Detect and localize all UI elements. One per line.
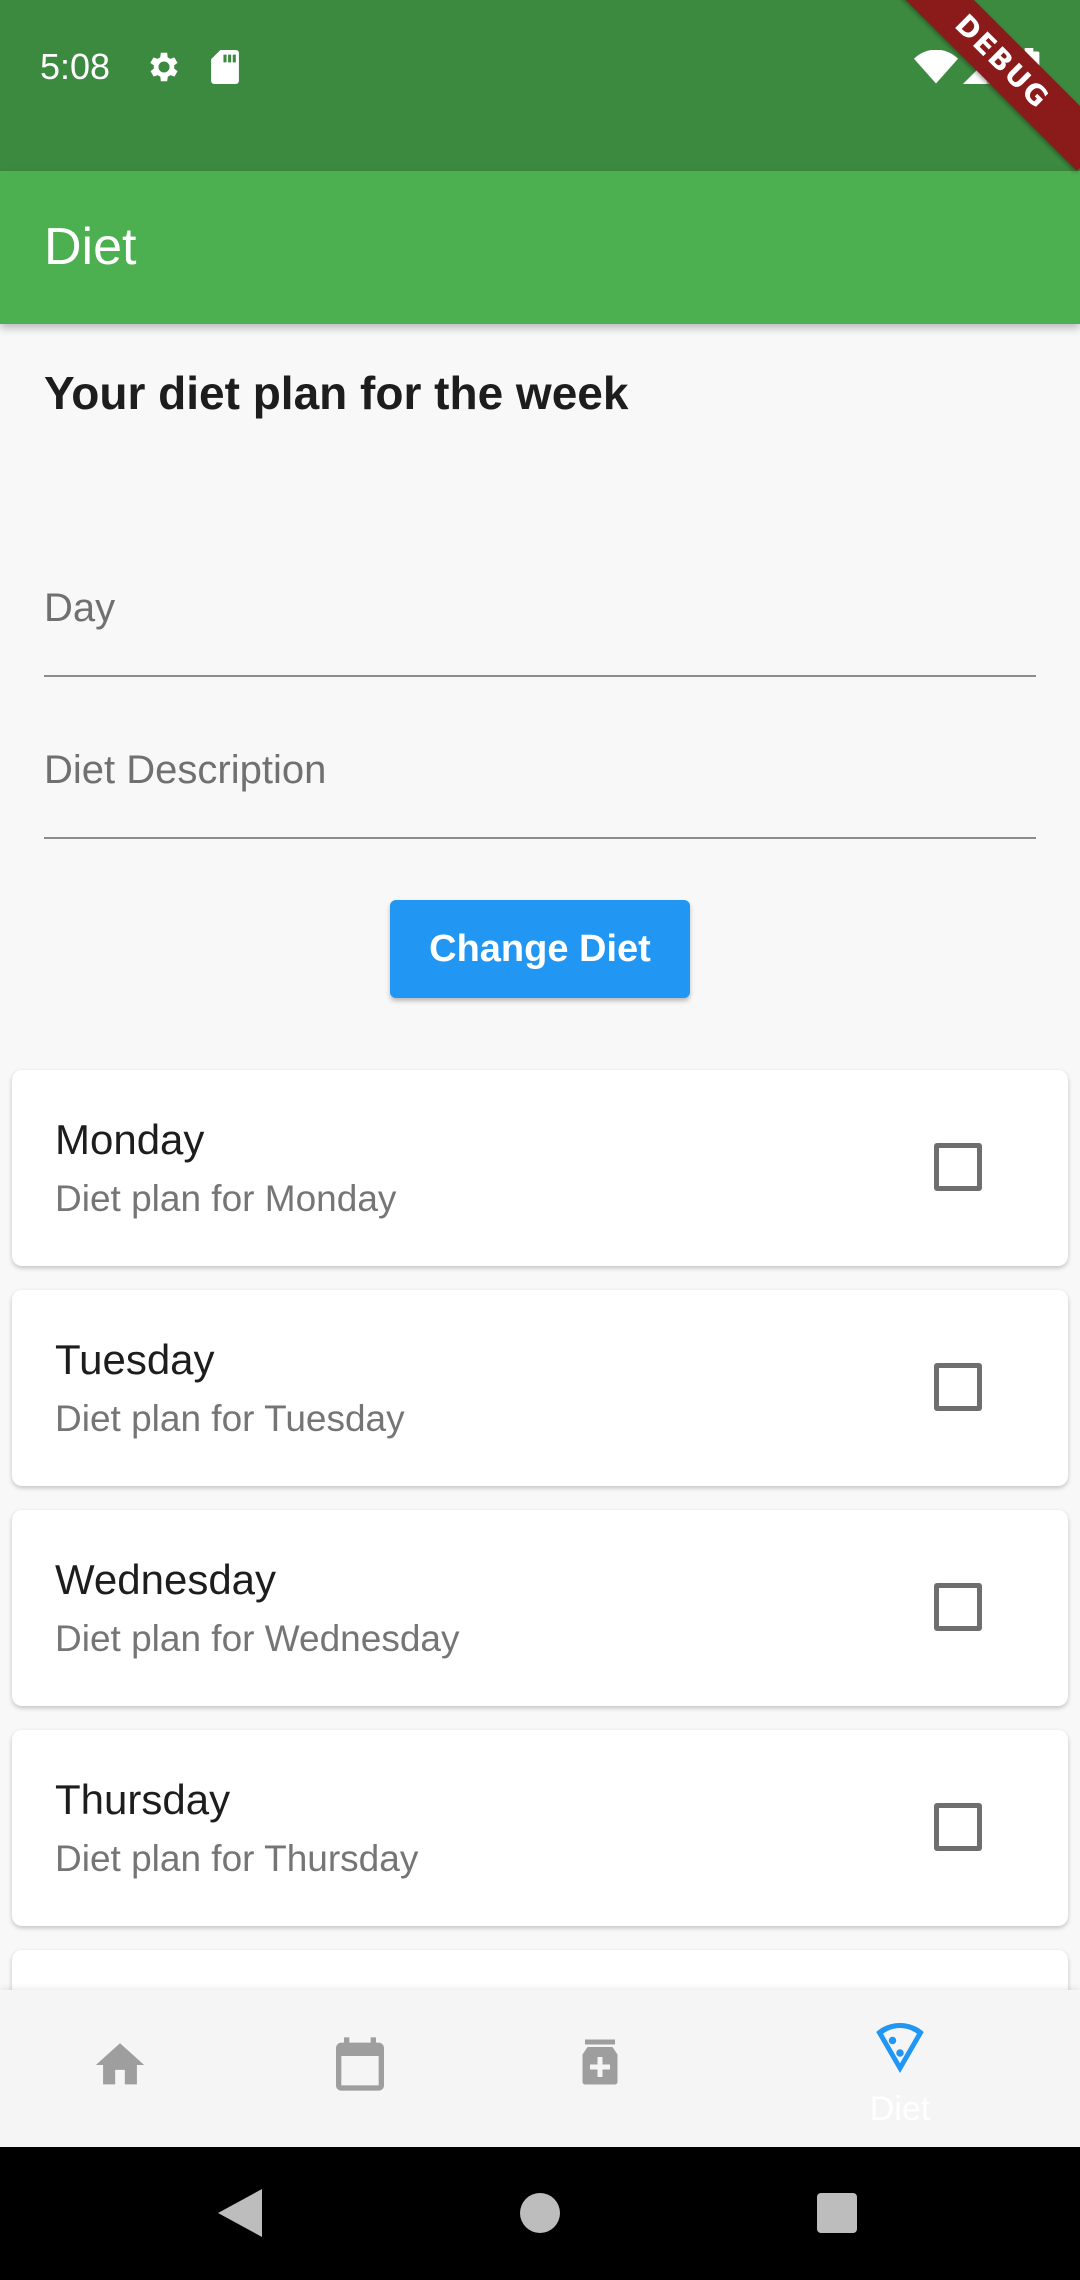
- day-checkbox[interactable]: [934, 1363, 982, 1411]
- diet-description-input[interactable]: [44, 748, 1036, 793]
- list-item-title: Wednesday: [55, 1556, 277, 1603]
- day-checkbox[interactable]: [934, 1583, 982, 1631]
- list-item-title: Monday: [55, 1116, 205, 1163]
- nav-item-diet[interactable]: Diet: [780, 1990, 1020, 2147]
- nav-item-medicine[interactable]: [480, 1990, 720, 2147]
- day-checkbox[interactable]: [934, 1143, 982, 1191]
- day-input[interactable]: [44, 586, 1036, 631]
- home-icon: [95, 2043, 145, 2085]
- list-item-wednesday[interactable]: Wednesday Diet plan for Wednesday: [12, 1510, 1068, 1706]
- system-navigation-bar: [0, 2147, 1080, 2280]
- screen: 5:08 DEBUG Diet Your diet plan for the w…: [0, 0, 1080, 2280]
- list-item-subtitle: Diet plan for Thursday: [55, 1838, 419, 1879]
- list-item-thursday[interactable]: Thursday Diet plan for Thursday: [12, 1730, 1068, 1926]
- list-item-tuesday[interactable]: Tuesday Diet plan for Tuesday: [12, 1290, 1068, 1486]
- nav-label-diet: Diet: [869, 2090, 931, 2128]
- nav-item-home[interactable]: [0, 1990, 240, 2147]
- settings-icon: [150, 52, 178, 82]
- section-heading: Your diet plan for the week: [44, 367, 629, 419]
- debug-label: DEBUG: [893, 0, 1080, 171]
- list-item-title: Thursday: [55, 1776, 231, 1823]
- page-title: Diet: [44, 218, 137, 276]
- calendar-icon: [336, 2037, 384, 2091]
- day-checkbox[interactable]: [934, 1803, 982, 1851]
- debug-banner: DEBUG: [890, 0, 1080, 190]
- list-item-monday[interactable]: Monday Diet plan for Monday: [12, 1070, 1068, 1266]
- medicine-icon: [582, 2039, 618, 2085]
- recents-icon[interactable]: [817, 2193, 857, 2233]
- back-icon[interactable]: [218, 2189, 262, 2237]
- diet-description-field: [44, 729, 1036, 839]
- change-diet-button[interactable]: Change Diet: [390, 900, 690, 998]
- app-bar: Diet: [0, 171, 1080, 324]
- list-item-subtitle: Diet plan for Tuesday: [55, 1398, 405, 1439]
- list-item-subtitle: Diet plan for Monday: [55, 1178, 397, 1219]
- bottom-navigation: Diet: [0, 1990, 1080, 2147]
- sd-card-icon: [211, 50, 239, 84]
- nav-item-calendar[interactable]: [240, 1990, 480, 2147]
- list-item-title: Tuesday: [55, 1336, 215, 1383]
- list-item-subtitle: Diet plan for Wednesday: [55, 1618, 460, 1659]
- home-circle-icon[interactable]: [520, 2193, 560, 2233]
- pizza-icon: [876, 2023, 924, 2073]
- status-time: 5:08: [40, 46, 111, 87]
- day-field: [44, 567, 1036, 677]
